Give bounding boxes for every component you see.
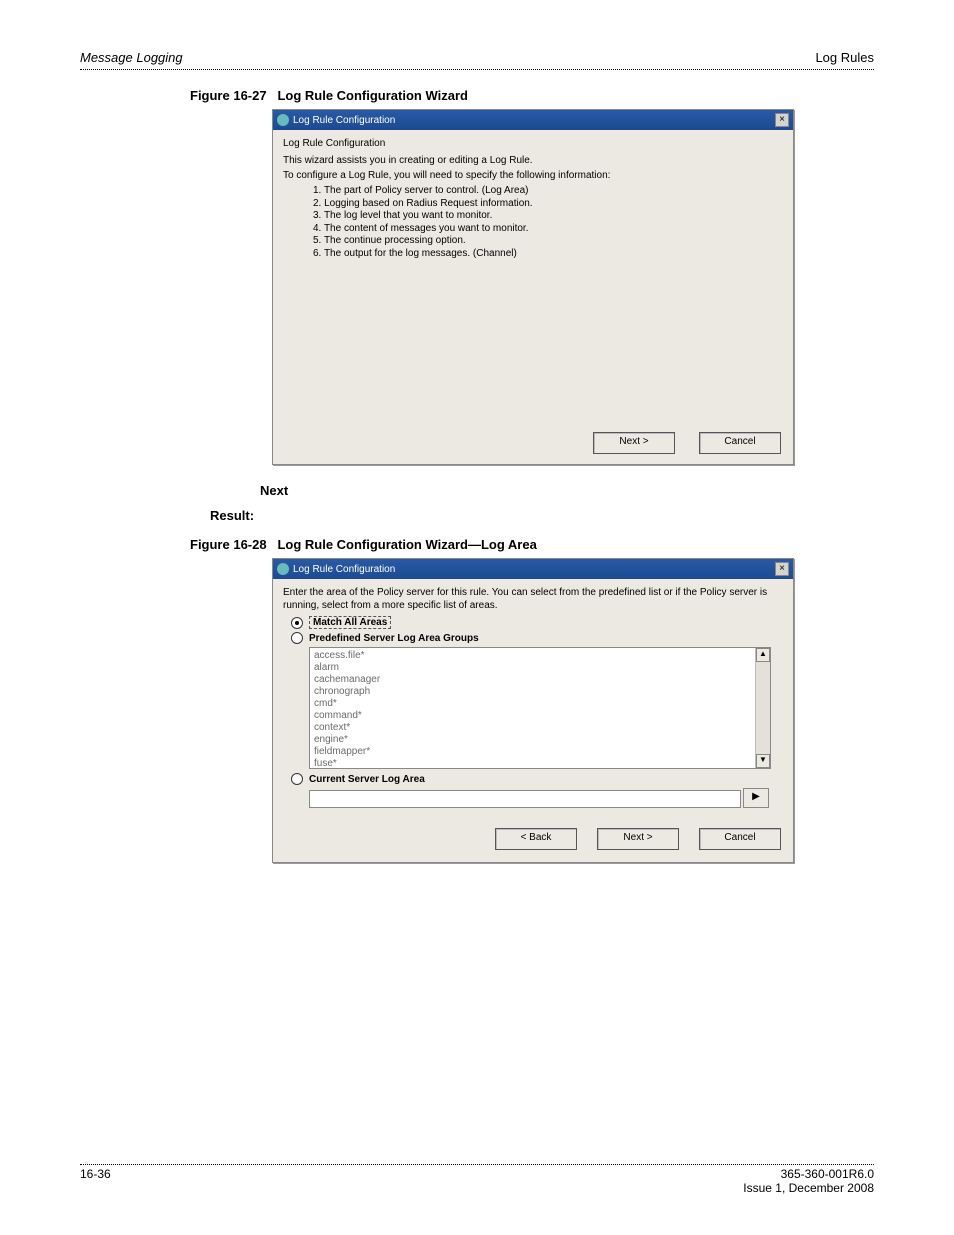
wizard-1-window: Log Rule Configuration × Log Rule Config… [272, 109, 794, 465]
wizard-1-cancel-button[interactable]: Cancel [699, 432, 781, 454]
figure-27-caption: Figure 16-27 Log Rule Configuration Wiza… [190, 88, 874, 103]
wizard-2-close-button[interactable]: × [775, 562, 789, 576]
radio-current-label: Current Server Log Area [309, 774, 425, 785]
result-label: Result: [210, 508, 874, 523]
radio-current[interactable] [291, 773, 303, 785]
list-item[interactable]: engine* [314, 734, 766, 746]
current-area-go-button[interactable]: ▶ [743, 788, 769, 808]
list-item[interactable]: context* [314, 722, 766, 734]
list-item[interactable]: access.file* [314, 650, 766, 662]
list-item: 4. The content of messages you want to m… [313, 223, 783, 236]
header-left: Message Logging [80, 50, 183, 65]
figure-28-title: Log Rule Configuration Wizard—Log Area [277, 537, 536, 552]
list-item: 2. Logging based on Radius Request infor… [313, 198, 783, 211]
wizard-1-titlebar: Log Rule Configuration × [273, 110, 793, 130]
list-item[interactable]: fieldmapper* [314, 746, 766, 758]
wizard-2-app-icon [277, 563, 289, 575]
listbox-scrollbar[interactable]: ▲ ▼ [755, 648, 770, 768]
wizard-2-cancel-button[interactable]: Cancel [699, 828, 781, 850]
radio-current-row[interactable]: Current Server Log Area [291, 773, 783, 785]
list-item[interactable]: fuse* [314, 758, 766, 769]
step-action-next: Next [260, 483, 874, 498]
scroll-down-button[interactable]: ▼ [756, 754, 770, 768]
list-item[interactable]: chronograph [314, 686, 766, 698]
figure-28-caption: Figure 16-28 Log Rule Configuration Wiza… [190, 537, 874, 552]
wizard-1-app-icon [277, 114, 289, 126]
wizard-2-next-button[interactable]: Next > [597, 828, 679, 850]
list-item: 1. The part of Policy server to control.… [313, 185, 783, 198]
wizard-1-title-text: Log Rule Configuration [293, 115, 395, 126]
wizard-1-intro-1: This wizard assists you in creating or e… [283, 155, 783, 166]
wizard-2-title-text: Log Rule Configuration [293, 564, 395, 575]
wizard-2-titlebar: Log Rule Configuration × [273, 559, 793, 579]
wizard-1-intro-2: To configure a Log Rule, you will need t… [283, 170, 783, 181]
footer-doc-id: 365-360-001R6.0 [743, 1167, 874, 1181]
list-item: 6. The output for the log messages. (Cha… [313, 248, 783, 261]
figure-27-title: Log Rule Configuration Wizard [277, 88, 468, 103]
list-item[interactable]: cmd* [314, 698, 766, 710]
wizard-2-back-button[interactable]: < Back [495, 828, 577, 850]
radio-predefined-label: Predefined Server Log Area Groups [309, 633, 479, 644]
figure-27-number: Figure 16-27 [190, 88, 267, 103]
list-item[interactable]: command* [314, 710, 766, 722]
figure-28-number: Figure 16-28 [190, 537, 267, 552]
radio-predefined[interactable] [291, 632, 303, 644]
wizard-1-requirements-list: 1. The part of Policy server to control.… [313, 185, 783, 260]
current-area-input[interactable] [309, 790, 741, 808]
header-rule [80, 69, 874, 70]
footer-page-number: 16-36 [80, 1167, 111, 1195]
wizard-1-next-button[interactable]: Next > [593, 432, 675, 454]
radio-predefined-row[interactable]: Predefined Server Log Area Groups [291, 632, 783, 644]
footer-rule [80, 1164, 874, 1165]
radio-match-all-label: Match All Areas [309, 616, 391, 629]
footer-issue-date: Issue 1, December 2008 [743, 1181, 874, 1195]
wizard-1-section-title: Log Rule Configuration [283, 138, 783, 149]
wizard-2-intro: Enter the area of the Policy server for … [283, 587, 783, 612]
header-right: Log Rules [815, 50, 874, 65]
page-footer: 16-36 365-360-001R6.0 Issue 1, December … [80, 1167, 874, 1195]
list-item[interactable]: cachemanager [314, 674, 766, 686]
page-header: Message Logging Log Rules [80, 50, 874, 65]
list-item: 3. The log level that you want to monito… [313, 210, 783, 223]
list-item: 5. The continue processing option. [313, 235, 783, 248]
wizard-1-close-button[interactable]: × [775, 113, 789, 127]
list-item[interactable]: alarm [314, 662, 766, 674]
predefined-listbox[interactable]: access.file* alarm cachemanager chronogr… [309, 647, 771, 769]
radio-match-all-row[interactable]: Match All Areas [291, 616, 783, 629]
scroll-up-button[interactable]: ▲ [756, 648, 770, 662]
radio-match-all[interactable] [291, 617, 303, 629]
wizard-2-window: Log Rule Configuration × Enter the area … [272, 558, 794, 863]
